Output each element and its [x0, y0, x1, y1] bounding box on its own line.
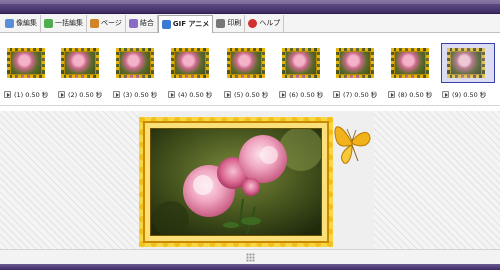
print-icon	[216, 18, 226, 28]
window-title-bar	[0, 0, 500, 14]
frame-duration: (8) 0.50 秒	[398, 91, 433, 99]
batch-edit-icon	[44, 18, 53, 28]
menu-label: 結合	[139, 19, 154, 27]
frame-duration: (9) 0.50 秒	[452, 91, 487, 99]
frame-label: (6) 0.50 秒	[279, 89, 323, 99]
frame-thumbnail[interactable]	[279, 46, 321, 80]
frame-duration: (3) 0.50 秒	[123, 91, 158, 99]
frame-duration: (7) 0.50 秒	[343, 91, 378, 99]
frame-thumbnail[interactable]	[4, 46, 46, 80]
frame-duration: (1) 0.50 秒	[14, 91, 49, 99]
play-icon[interactable]	[58, 90, 65, 98]
play-icon[interactable]	[442, 90, 449, 98]
menu-page[interactable]: ページ	[87, 14, 126, 32]
menu-help[interactable]: ヘルプ	[245, 14, 285, 32]
image-edit-icon	[5, 18, 14, 28]
flower-image	[7, 48, 45, 78]
status-bar	[0, 249, 500, 264]
frame-label: (2) 0.50 秒	[58, 89, 102, 99]
flower-image	[282, 48, 320, 78]
flower-image	[391, 48, 429, 78]
play-icon[interactable]	[224, 90, 231, 98]
frame-label: (7) 0.50 秒	[333, 89, 377, 99]
flower-image	[336, 48, 374, 78]
play-icon[interactable]	[333, 90, 340, 98]
frame-duration: (2) 0.50 秒	[68, 91, 103, 99]
frame-thumbnail[interactable]	[388, 46, 430, 80]
canvas-background-right	[374, 111, 500, 249]
play-icon[interactable]	[388, 90, 395, 98]
frame-label: (3) 0.50 秒	[113, 89, 157, 99]
play-icon[interactable]	[113, 90, 120, 98]
frame-thumbnail[interactable]	[333, 46, 375, 80]
menu-image-edit[interactable]: 像編集	[2, 14, 41, 32]
frame-strip: (1) 0.50 秒 (2) 0.50 秒 (3) 0.50 秒 (4) 0.5…	[0, 34, 500, 106]
play-icon[interactable]	[279, 90, 286, 98]
flower-image	[227, 48, 265, 78]
frame-thumbnail[interactable]	[58, 46, 100, 80]
frame-label: (9) 0.50 秒	[442, 89, 486, 99]
frame-duration: (6) 0.50 秒	[289, 91, 324, 99]
menu-merge[interactable]: 結合	[126, 14, 158, 32]
menu-print[interactable]: 印刷	[213, 14, 246, 32]
frame-thumbnail[interactable]	[224, 46, 266, 80]
preview-canvas	[0, 111, 500, 249]
canvas-background-left	[0, 111, 139, 249]
frame-thumbnail-selected[interactable]	[441, 43, 495, 83]
frame-thumbnail[interactable]	[168, 46, 210, 80]
flower-image	[171, 48, 209, 78]
flower-image	[116, 48, 154, 78]
menu-label: 印刷	[227, 19, 242, 27]
menu-label: GIF アニメ	[172, 20, 210, 28]
menu-label: 像編集	[16, 19, 37, 27]
rose-image	[151, 129, 321, 235]
frame-thumbnail[interactable]	[113, 46, 155, 80]
preview-frame[interactable]	[139, 117, 333, 247]
play-icon[interactable]	[4, 90, 11, 98]
help-icon	[248, 18, 258, 28]
menu-label: 一括編集	[55, 19, 83, 27]
menu-gif-animation[interactable]: GIF アニメ	[157, 14, 214, 33]
play-icon[interactable]	[168, 90, 175, 98]
frame-duration: (5) 0.50 秒	[234, 91, 269, 99]
gif-animation-icon	[161, 19, 171, 29]
flower-photo	[150, 128, 322, 236]
menu-label: ページ	[101, 19, 122, 27]
flower-image	[61, 48, 99, 78]
flower-image	[447, 48, 485, 78]
frame-duration: (4) 0.50 秒	[178, 91, 213, 99]
frame-label: (5) 0.50 秒	[224, 89, 268, 99]
menu-batch-edit[interactable]: 一括編集	[41, 14, 87, 32]
menu-bar: 像編集 一括編集 ページ 結合 GIF アニメ 印刷 ヘルプ	[0, 14, 500, 33]
window-bottom-border	[0, 264, 500, 270]
frame-label: (1) 0.50 秒	[4, 89, 48, 99]
merge-icon	[128, 18, 138, 28]
frame-label: (8) 0.50 秒	[388, 89, 432, 99]
frame-label: (4) 0.50 秒	[168, 89, 212, 99]
resize-grip-icon[interactable]	[245, 252, 255, 262]
butterfly-icon	[334, 126, 371, 164]
menu-label: ヘルプ	[259, 19, 281, 27]
page-icon	[90, 18, 99, 28]
